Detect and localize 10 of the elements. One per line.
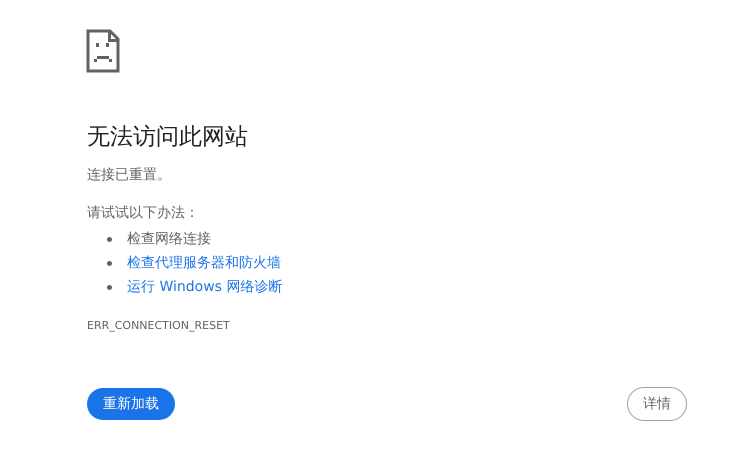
suggestion-link[interactable]: 检查代理服务器和防火墙 [127, 254, 281, 272]
error-heading: 无法访问此网站 [87, 123, 248, 152]
suggestion-text: 检查网络连接 [127, 230, 211, 248]
error-code: ERR_CONNECTION_RESET [87, 319, 230, 333]
sad-page-icon [86, 29, 120, 73]
suggestion-link[interactable]: 运行 Windows 网络诊断 [127, 278, 282, 296]
suggestions-title: 请试试以下办法： [87, 204, 199, 223]
error-summary: 连接已重置。 [87, 166, 171, 185]
details-button[interactable]: 详情 [627, 387, 687, 421]
reload-button[interactable]: 重新加载 [87, 388, 175, 420]
